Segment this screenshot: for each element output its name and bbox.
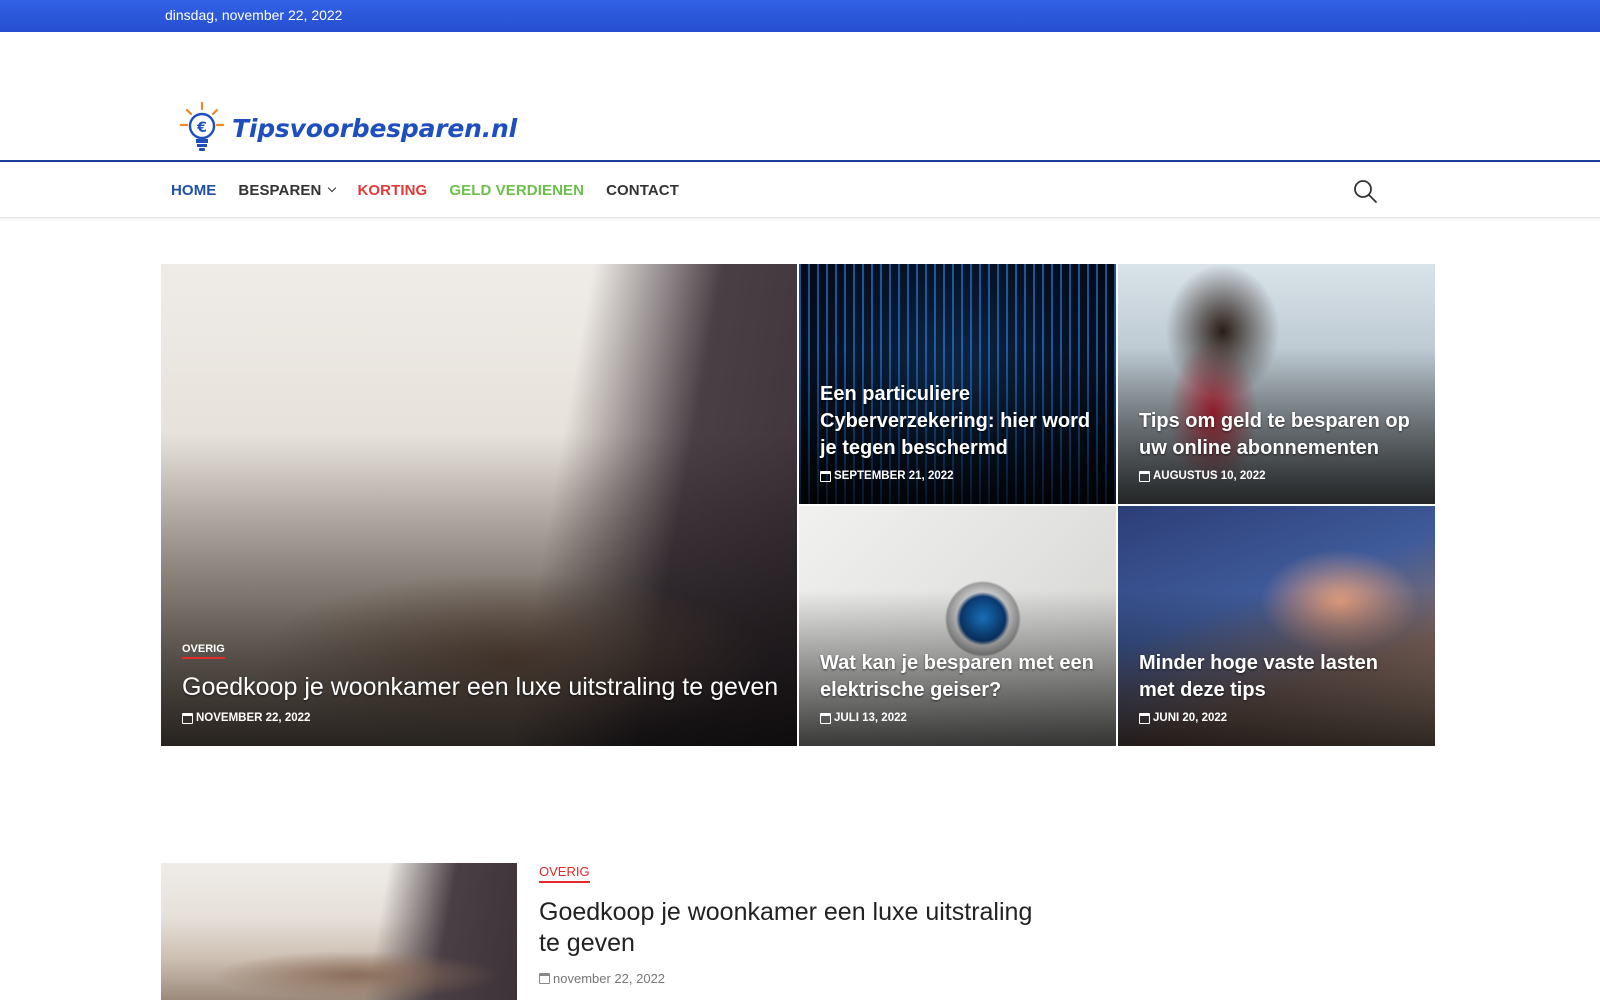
current-date: dinsdag, november 22, 2022 bbox=[165, 7, 343, 23]
nav-item-korting[interactable]: KORTING bbox=[357, 182, 427, 199]
article-date: JULI 13, 2022 bbox=[820, 712, 1098, 724]
featured-tile-fixed-costs[interactable]: Minder hoge vaste lasten met deze tips J… bbox=[1118, 506, 1435, 746]
nav-item-home[interactable]: HOME bbox=[171, 182, 216, 199]
article-date: AUGUSTUS 10, 2022 bbox=[1139, 470, 1417, 482]
nav-item-geld-verdienen[interactable]: GELD VERDIENEN bbox=[449, 182, 584, 199]
calendar-icon bbox=[1139, 470, 1150, 482]
chevron-down-icon bbox=[328, 183, 337, 193]
featured-tile-subscriptions[interactable]: Tips om geld te besparen op uw online ab… bbox=[1118, 264, 1435, 504]
post-title[interactable]: Goedkoop je woonkamer een luxe uitstrali… bbox=[539, 897, 1049, 959]
search-icon[interactable] bbox=[1352, 178, 1378, 204]
category-badge[interactable]: OVERIG bbox=[182, 643, 225, 659]
featured-tile-geiser[interactable]: Wat kan je besparen met een elektrische … bbox=[799, 506, 1116, 746]
site-name: Tipsvoorbesparen.nl bbox=[232, 113, 518, 143]
post-thumbnail[interactable] bbox=[161, 863, 517, 1000]
calendar-icon bbox=[539, 973, 550, 984]
site-logo[interactable]: € Tipsvoorbesparen.nl bbox=[178, 100, 517, 156]
featured-grid: OVERIG Goedkoop je woonkamer een luxe ui… bbox=[161, 264, 1435, 746]
calendar-icon bbox=[182, 712, 193, 724]
article-title[interactable]: Tips om geld te besparen op uw online ab… bbox=[1139, 408, 1417, 462]
article-date: SEPTEMBER 21, 2022 bbox=[820, 470, 1098, 482]
post-list-item: OVERIG Goedkoop je woonkamer een luxe ui… bbox=[161, 863, 1061, 1000]
post-category[interactable]: OVERIG bbox=[539, 864, 590, 883]
article-title[interactable]: Minder hoge vaste lasten met deze tips bbox=[1139, 650, 1417, 704]
calendar-icon bbox=[1139, 712, 1150, 724]
site-header: € Tipsvoorbesparen.nl bbox=[0, 32, 1600, 162]
calendar-icon bbox=[820, 470, 831, 482]
nav-item-besparen[interactable]: BESPAREN bbox=[238, 182, 321, 199]
featured-main-article[interactable]: OVERIG Goedkoop je woonkamer een luxe ui… bbox=[161, 264, 797, 746]
nav-item-contact[interactable]: CONTACT bbox=[606, 182, 679, 199]
calendar-icon bbox=[820, 712, 831, 724]
article-title[interactable]: Wat kan je besparen met een elektrische … bbox=[820, 650, 1098, 704]
article-date: JUNI 20, 2022 bbox=[1139, 712, 1417, 724]
lightbulb-euro-icon: € bbox=[179, 101, 225, 151]
article-title[interactable]: Goedkoop je woonkamer een luxe uitstrali… bbox=[182, 671, 779, 704]
article-title[interactable]: Een particuliere Cyberverzekering: hier … bbox=[820, 381, 1098, 462]
post-date: november 22, 2022 bbox=[539, 971, 1049, 986]
svg-text:€: € bbox=[196, 120, 207, 136]
top-bar: dinsdag, november 22, 2022 bbox=[0, 0, 1600, 32]
article-date: NOVEMBER 22, 2022 bbox=[182, 712, 779, 724]
featured-tile-cyber[interactable]: Een particuliere Cyberverzekering: hier … bbox=[799, 264, 1116, 504]
